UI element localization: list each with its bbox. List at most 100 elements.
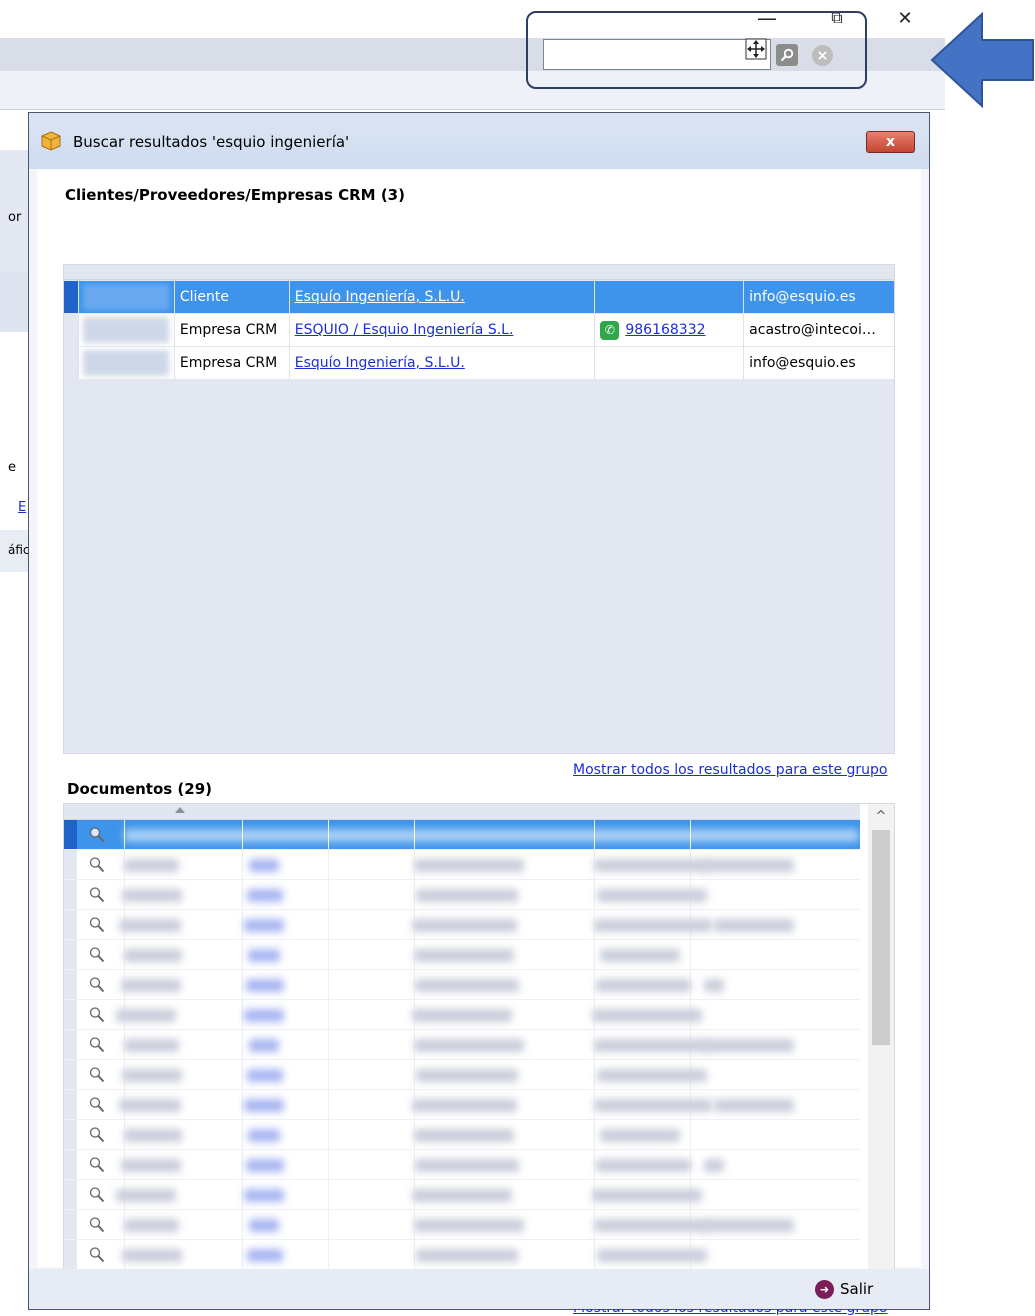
magnifier-icon[interactable] xyxy=(88,1096,106,1114)
blurred-cell xyxy=(124,1129,182,1142)
blurred-cell xyxy=(594,1099,712,1112)
blurred-cell xyxy=(704,1039,794,1052)
table-row[interactable] xyxy=(64,1150,860,1180)
blurred-cell xyxy=(704,1219,794,1232)
blurred-cell xyxy=(714,1099,794,1112)
table-row[interactable] xyxy=(64,1120,860,1150)
magnifier-icon[interactable] xyxy=(88,1066,106,1084)
code-cell xyxy=(79,347,175,379)
group1-grid: Cliente Esquío Ingeniería, S.L.U. info@e… xyxy=(63,264,895,754)
blurred-cell xyxy=(249,859,279,872)
group2-title: Documentos (29) xyxy=(67,780,213,798)
blurred-cell xyxy=(414,859,524,872)
blurred-cell xyxy=(600,1129,680,1142)
phone-icon[interactable]: ✆ xyxy=(600,320,620,340)
magnifier-icon[interactable] xyxy=(88,1246,106,1264)
close-window-button[interactable]: ✕ xyxy=(888,4,922,32)
table-row[interactable]: Empresa CRM ESQUIO / Esquio Ingeniería S… xyxy=(64,314,894,347)
magnifier-icon[interactable] xyxy=(88,946,106,964)
blurred-cell xyxy=(124,829,859,842)
magnifier-icon[interactable] xyxy=(88,1036,106,1054)
row-indicator xyxy=(64,1180,77,1209)
column-divider xyxy=(242,1120,243,1149)
table-row[interactable] xyxy=(64,1090,860,1120)
blurred-cell xyxy=(246,979,284,992)
blurred-cell xyxy=(248,949,280,962)
table-row[interactable]: Cliente Esquío Ingeniería, S.L.U. info@e… xyxy=(64,281,894,314)
table-row[interactable] xyxy=(64,880,860,910)
blurred-cell xyxy=(714,919,794,932)
magnifier-icon[interactable] xyxy=(88,826,106,844)
row-indicator xyxy=(64,1240,77,1269)
column-divider xyxy=(594,940,595,969)
blurred-cell xyxy=(124,1039,179,1052)
name-link[interactable]: ESQUIO / Esquio Ingeniería S.L. xyxy=(295,322,514,338)
column-divider xyxy=(328,910,329,939)
blurred-cell xyxy=(247,1069,283,1082)
blurred-cell xyxy=(594,919,712,932)
phone-link[interactable]: 986168332 xyxy=(625,322,705,338)
blurred-cell xyxy=(597,1069,707,1082)
table-row[interactable] xyxy=(64,970,860,1000)
blurred-cell xyxy=(416,889,518,902)
row-indicator xyxy=(64,910,77,939)
blurred-cell xyxy=(704,1159,724,1172)
dialog-footer: ➜ Salir xyxy=(29,1269,929,1309)
background-strip xyxy=(0,272,28,332)
table-row[interactable] xyxy=(64,1180,860,1210)
row-indicator xyxy=(64,281,79,313)
sort-ascending-icon[interactable] xyxy=(174,806,186,814)
column-divider xyxy=(414,1240,415,1269)
blurred-cell xyxy=(592,1189,702,1202)
name-link[interactable]: Esquío Ingeniería, S.L.U. xyxy=(295,289,465,305)
dialog-close-button[interactable]: x xyxy=(866,131,915,153)
table-row[interactable] xyxy=(64,1030,860,1060)
magnifier-icon[interactable] xyxy=(88,976,106,994)
magnifier-icon[interactable] xyxy=(88,1216,106,1234)
blurred-cell xyxy=(244,919,284,932)
name-cell: Esquío Ingeniería, S.L.U. xyxy=(290,281,596,313)
blurred-cell xyxy=(122,1249,182,1262)
row-indicator xyxy=(64,940,77,969)
scroll-thumb[interactable] xyxy=(872,830,890,1045)
magnifier-icon[interactable] xyxy=(88,856,106,874)
table-row[interactable] xyxy=(64,910,860,940)
table-row[interactable] xyxy=(64,1210,860,1240)
table-row[interactable] xyxy=(64,940,860,970)
vertical-scrollbar[interactable]: ^ v xyxy=(868,804,894,1294)
column-divider xyxy=(328,1150,329,1179)
magnifier-icon[interactable] xyxy=(88,1126,106,1144)
table-row[interactable] xyxy=(64,850,860,880)
blurred-cell xyxy=(594,859,709,872)
column-divider xyxy=(242,880,243,909)
magnifier-icon[interactable] xyxy=(88,1186,106,1204)
row-indicator xyxy=(64,347,79,379)
background-link[interactable]: E xyxy=(18,500,26,515)
scroll-up-button[interactable]: ^ xyxy=(868,806,894,826)
exit-button[interactable]: ➜ Salir xyxy=(815,1278,873,1300)
table-row[interactable] xyxy=(64,1240,860,1270)
column-divider xyxy=(242,850,243,879)
cube-icon xyxy=(41,131,61,151)
magnifier-icon[interactable] xyxy=(88,1156,106,1174)
table-row[interactable] xyxy=(64,1000,860,1030)
magnifier-icon[interactable] xyxy=(88,886,106,904)
blurred-cell xyxy=(249,1219,279,1232)
table-row[interactable]: Empresa CRM Esquío Ingeniería, S.L.U. in… xyxy=(64,347,894,380)
table-row[interactable] xyxy=(64,820,860,850)
column-divider xyxy=(690,1120,691,1149)
blurred-cell xyxy=(119,1099,181,1112)
type-cell: Empresa CRM xyxy=(175,347,290,379)
column-divider xyxy=(594,880,595,909)
column-divider xyxy=(594,1150,595,1179)
blurred-cell xyxy=(247,889,283,902)
blurred-cell xyxy=(121,979,181,992)
blurred-cell xyxy=(244,1189,284,1202)
magnifier-icon[interactable] xyxy=(88,1006,106,1024)
magnifier-icon[interactable] xyxy=(88,916,106,934)
blurred-cell xyxy=(122,889,182,902)
group1-show-all-link[interactable]: Mostrar todos los resultados para este g… xyxy=(573,762,887,778)
name-link[interactable]: Esquío Ingeniería, S.L.U. xyxy=(295,355,465,371)
blurred-cell xyxy=(249,1039,279,1052)
table-row[interactable] xyxy=(64,1060,860,1090)
